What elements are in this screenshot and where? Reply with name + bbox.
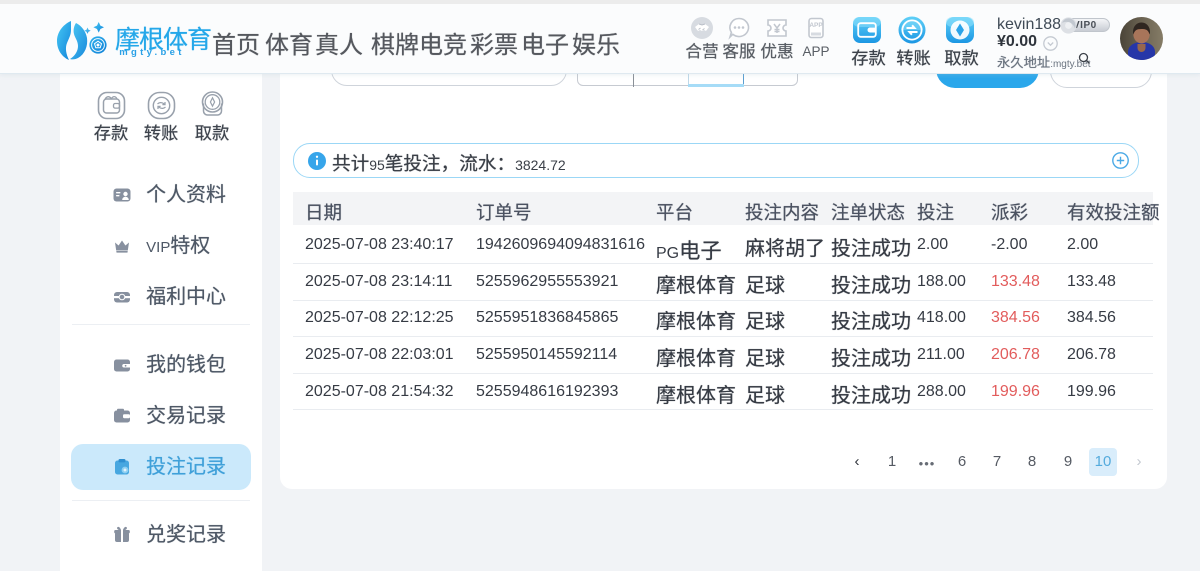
svg-text:APP: APP [809, 22, 823, 29]
